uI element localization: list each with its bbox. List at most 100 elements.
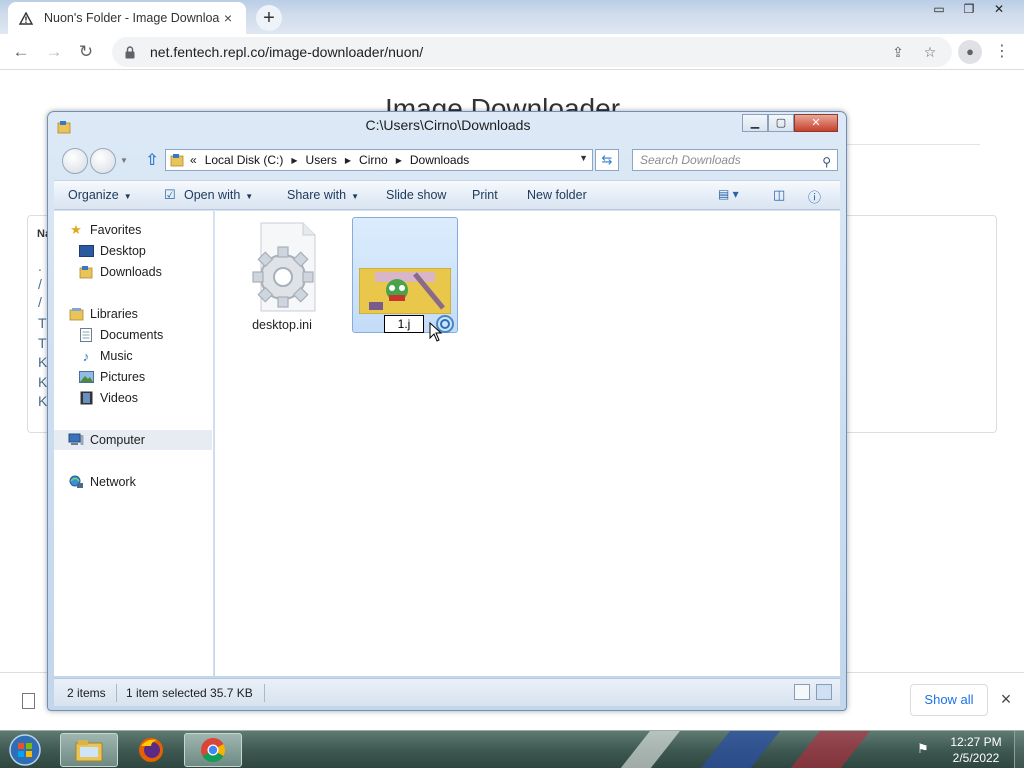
warning-triangle-icon (18, 10, 34, 26)
show-desktop-button[interactable] (1014, 731, 1024, 768)
search-icon[interactable]: ⚲ (822, 152, 831, 172)
list-item[interactable]: K (38, 354, 47, 370)
organize-button[interactable]: Organize ▼ (68, 188, 132, 202)
back-forward-buttons: ▼ (62, 148, 130, 174)
command-bar: Organize ▼ ☑ Open with ▼ Share with ▼ Slide… (54, 180, 840, 210)
large-icons-view-icon[interactable] (816, 684, 832, 700)
breadcrumb-downloads[interactable]: Downloads (410, 153, 469, 167)
bookmark-star-icon[interactable]: ☆ (922, 44, 938, 60)
nav-downloads[interactable]: Downloads (78, 262, 236, 282)
nav-favorites[interactable]: ★ Favorites (68, 220, 226, 240)
address-bar[interactable]: net.fentech.repl.co/image-downloader/nuo… (112, 37, 952, 67)
browser-tab[interactable]: Nuon's Folder - Image Downloader × (8, 2, 246, 34)
file-list-area[interactable]: desktop.ini 1.j (215, 211, 840, 676)
search-input[interactable]: Search Downloads ⚲ (632, 149, 838, 171)
list-item[interactable]: . (38, 258, 42, 274)
preview-pane-icon[interactable]: ◫ (773, 187, 785, 203)
taskbar-explorer-button[interactable] (60, 733, 118, 767)
nav-libraries[interactable]: Libraries (68, 304, 226, 324)
clock[interactable]: 12:27 PM 2/5/2022 (946, 734, 1006, 766)
search-placeholder: Search Downloads (640, 153, 741, 167)
downloads-folder-icon (78, 264, 94, 280)
menu-kebab-icon[interactable]: ⋮ (994, 40, 1010, 64)
list-item[interactable]: / (38, 294, 42, 310)
nav-computer[interactable]: Computer (54, 430, 212, 450)
lock-icon[interactable] (122, 45, 138, 59)
nav-favorites-label: Favorites (90, 223, 142, 237)
chevron-down-icon: ▼ (245, 192, 254, 201)
minimize-icon[interactable]: ▁ (742, 114, 768, 132)
list-item[interactable]: K (38, 374, 47, 390)
tab-close-icon[interactable]: × (220, 10, 236, 26)
explorer-window-controls: ▁ ▢ ✕ (742, 114, 838, 132)
new-folder-button[interactable]: New folder (527, 188, 587, 202)
nav-videos[interactable]: Videos (78, 388, 236, 408)
maximize-icon[interactable]: ▢ (768, 114, 794, 132)
chrome-icon (201, 738, 226, 763)
downloaded-file-icon[interactable] (22, 693, 35, 709)
nav-desktop[interactable]: Desktop (78, 241, 236, 261)
nav-music[interactable]: ♪ Music (78, 346, 236, 366)
back-arrow-icon[interactable]: ← (9, 40, 33, 64)
downloads-bar-close-icon[interactable]: × (996, 687, 1016, 711)
firefox-icon (139, 738, 163, 762)
windows-start-icon[interactable] (6, 733, 44, 767)
list-item[interactable]: T (38, 335, 47, 351)
close-window-icon[interactable]: ✕ (984, 0, 1014, 18)
network-tray-icon[interactable]: ⚑ (914, 741, 932, 759)
taskbar-firefox-button[interactable] (122, 733, 180, 767)
breadcrumb-overflow[interactable]: « (190, 153, 197, 167)
close-icon[interactable]: ✕ (794, 114, 838, 132)
back-arrow-icon[interactable] (62, 148, 88, 174)
show-all-button[interactable]: Show all (910, 684, 988, 716)
browser-window-controls: ▭ ❐ ✕ (924, 0, 1014, 18)
nav-network[interactable]: Network (68, 472, 226, 492)
list-item[interactable]: K (38, 393, 47, 409)
list-item[interactable]: / (38, 276, 42, 292)
chevron-right-icon[interactable]: ▶ (291, 156, 297, 165)
open-with-button[interactable]: Open with ▼ (184, 188, 253, 202)
breadcrumb-users[interactable]: Users (306, 153, 337, 167)
organize-label: Organize (68, 188, 119, 202)
star-icon: ★ (70, 222, 82, 237)
share-with-button[interactable]: Share with ▼ (287, 188, 359, 202)
explorer-title: C:\Users\Cirno\Downloads (365, 117, 531, 133)
change-view-icon[interactable]: ▤ ▾ (718, 187, 739, 201)
help-icon[interactable]: ⓘ (808, 187, 821, 206)
forward-arrow-icon[interactable] (90, 148, 116, 174)
share-icon[interactable]: ⇪ (890, 44, 906, 60)
nav-downloads-label: Downloads (100, 265, 162, 279)
nav-documents-label: Documents (100, 328, 164, 342)
slide-show-button[interactable]: Slide show (386, 188, 446, 202)
file-item[interactable]: desktop.ini (237, 219, 327, 335)
selection-info: 1 item selected 35.7 KB (126, 686, 253, 700)
rename-input[interactable]: 1.j (384, 315, 424, 333)
nav-pictures[interactable]: Pictures (78, 367, 236, 387)
print-button[interactable]: Print (472, 188, 498, 202)
nav-documents[interactable]: Documents (78, 325, 236, 345)
taskbar-chrome-button[interactable] (184, 733, 242, 767)
minimize-icon[interactable]: ▭ (924, 0, 954, 18)
chevron-down-icon[interactable]: ▼ (579, 153, 588, 163)
breadcrumb-local-disk[interactable]: Local Disk (C:) (205, 153, 284, 167)
restore-icon[interactable]: ❐ (954, 0, 984, 18)
new-tab-button[interactable]: + (256, 5, 282, 31)
details-view-icon[interactable] (794, 684, 810, 700)
list-item[interactable]: T (38, 315, 47, 331)
refresh-icon[interactable]: ⇆ (595, 149, 619, 171)
file-item-selected[interactable]: 1.j (352, 217, 458, 342)
reload-icon[interactable]: ↻ (74, 40, 98, 64)
up-arrow-icon[interactable]: ⇧ (143, 151, 161, 171)
documents-icon (78, 327, 94, 343)
breadcrumb-cirno[interactable]: Cirno (359, 153, 388, 167)
explorer-address-bar[interactable]: « Local Disk (C:) ▶ Users ▶ Cirno ▶ Down… (165, 149, 593, 171)
taskbar: ⚑ 12:27 PM 2/5/2022 (0, 730, 1024, 768)
chevron-right-icon[interactable]: ▶ (345, 156, 351, 165)
tab-title: Nuon's Folder - Image Downloader (44, 11, 220, 25)
divider (845, 144, 980, 145)
profile-avatar-icon[interactable]: ● (958, 40, 982, 64)
forward-arrow-icon[interactable]: → (42, 40, 66, 64)
folder-icon (75, 740, 103, 762)
chevron-right-icon[interactable]: ▶ (396, 156, 402, 165)
recent-pages-dropdown-icon[interactable]: ▼ (120, 156, 128, 165)
